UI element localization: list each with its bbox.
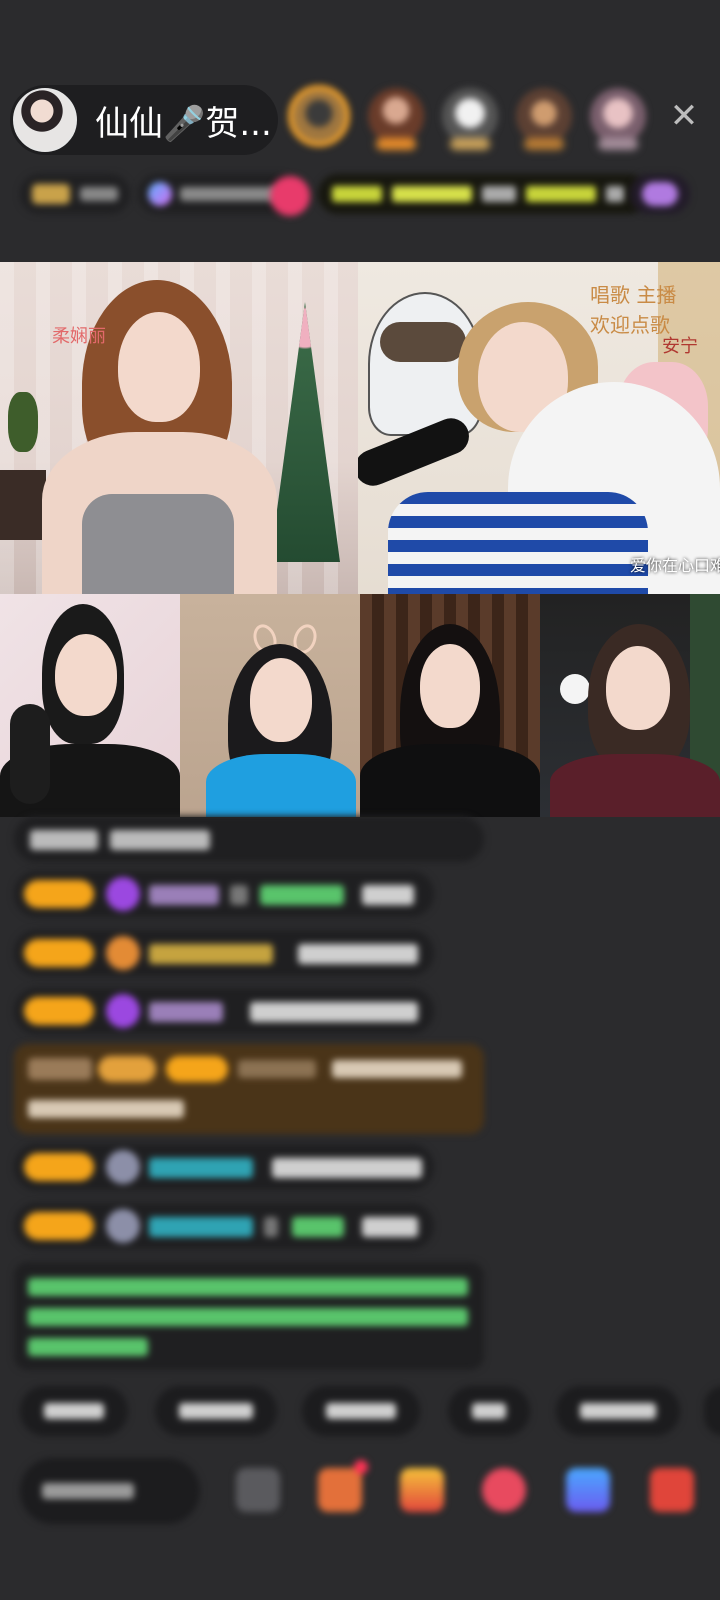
red-heart-icon[interactable] [482, 1468, 526, 1512]
system-notice[interactable] [14, 1044, 484, 1134]
video-tile-guest[interactable] [0, 594, 180, 817]
avatar [106, 1150, 140, 1184]
package-icon[interactable] [400, 1468, 444, 1512]
room-info-row [20, 174, 700, 218]
level-badge [24, 1153, 94, 1181]
close-icon[interactable]: ✕ [668, 99, 700, 133]
video-tile-host[interactable]: 柔娴丽 [0, 262, 358, 594]
quick-reply-chip[interactable] [556, 1386, 680, 1436]
grid-icon[interactable] [236, 1468, 280, 1512]
quick-reply-chip[interactable] [448, 1386, 530, 1436]
bottom-toolbar [0, 1458, 720, 1528]
chat-message[interactable] [14, 871, 434, 917]
quick-reply-chip[interactable] [155, 1386, 277, 1436]
diamond-icon [106, 877, 140, 911]
host-name: 仙仙🎤贺... [95, 103, 272, 144]
video-tile-guest[interactable]: 唱歌 主播 欢迎点歌 安宁 爱你在心口难开 [358, 262, 720, 594]
video-tile-guest[interactable] [180, 594, 360, 817]
diamond-icon [106, 994, 140, 1028]
host-avatar[interactable] [13, 88, 77, 152]
chat-input[interactable] [20, 1458, 200, 1524]
tile-caption: 唱歌 主播 欢迎点歌 [590, 283, 677, 337]
level-badge [24, 939, 94, 967]
red-gift-icon[interactable] [650, 1468, 694, 1512]
tile-side-text: 安宁 [662, 336, 698, 357]
level-badge [24, 880, 94, 908]
chat-message[interactable] [14, 930, 434, 976]
viewer-avatar[interactable] [516, 88, 572, 150]
bell-icon [106, 936, 140, 970]
quick-reply-chip[interactable] [20, 1386, 128, 1436]
viewer-avatar[interactable] [368, 88, 424, 150]
level-badge [24, 1212, 94, 1240]
marquee-banner[interactable] [318, 174, 648, 214]
video-tile-guest[interactable] [360, 594, 540, 817]
fan-club-button[interactable] [630, 174, 690, 214]
chat-message[interactable] [14, 1203, 434, 1249]
quick-reply-chip[interactable] [704, 1386, 720, 1436]
blue-game-icon[interactable] [566, 1468, 610, 1512]
host-profile-chip[interactable]: 仙仙🎤贺... [10, 85, 278, 155]
gift-box-icon[interactable] [318, 1468, 362, 1512]
chat-message[interactable] [14, 988, 434, 1034]
room-stat-pill[interactable] [20, 174, 130, 214]
notification-dot [354, 1460, 368, 1474]
video-tile-guest[interactable] [540, 594, 720, 817]
tile-watermark: 柔娴丽 [52, 326, 106, 347]
viewer-avatar[interactable] [288, 85, 350, 147]
level-badge [24, 997, 94, 1025]
quick-reply-chip[interactable] [302, 1386, 420, 1436]
chat-message[interactable] [14, 816, 484, 862]
tile-subtitle: 爱你在心口难开 [630, 556, 720, 575]
quick-reply-row [0, 1386, 720, 1436]
room-announcement [14, 1262, 484, 1370]
viewer-avatar[interactable] [442, 88, 498, 150]
avatar [106, 1209, 140, 1243]
gift-icon[interactable] [270, 176, 310, 216]
chat-message[interactable] [14, 1144, 434, 1190]
viewer-avatar[interactable] [590, 88, 646, 150]
top-viewers-list [288, 85, 646, 150]
multi-guest-video-grid: 柔娴丽 唱歌 主播 欢迎点歌 安宁 爱你在心口难开 [0, 262, 720, 817]
